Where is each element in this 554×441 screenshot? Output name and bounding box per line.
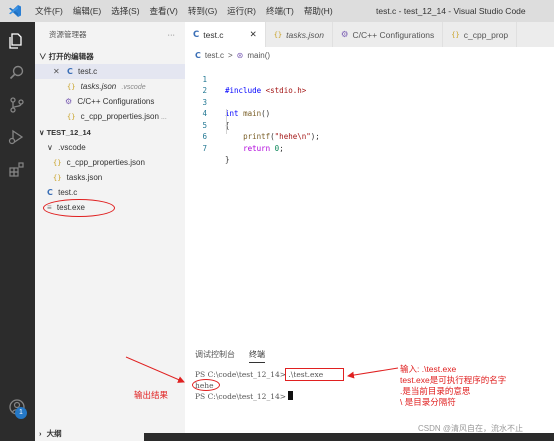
watermark: CSDN @清风自在，流水不止 bbox=[418, 424, 524, 433]
note-line: test.exe是可执行程序的名字 bbox=[400, 375, 507, 385]
arrow-to-output bbox=[125, 356, 185, 383]
arrow-to-command bbox=[347, 367, 399, 379]
note-line: \ 是目录分隔符 bbox=[400, 397, 456, 407]
status-bar-strip bbox=[144, 433, 554, 441]
note-line: 输入: .\test.exe bbox=[400, 364, 457, 374]
note-line: .是当前目录的意思 bbox=[400, 386, 471, 396]
output-label: 输出结果 bbox=[134, 390, 169, 400]
